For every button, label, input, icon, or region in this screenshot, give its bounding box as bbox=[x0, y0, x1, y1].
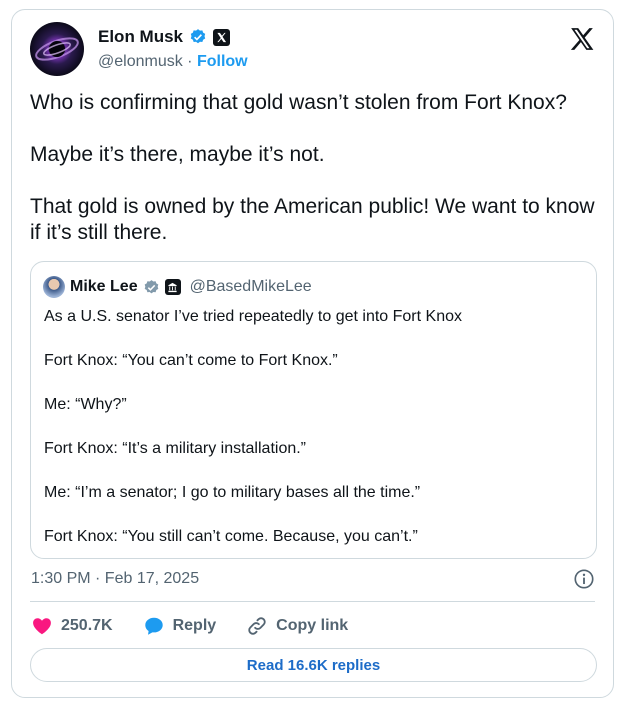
author-avatar[interactable] bbox=[30, 22, 84, 76]
info-icon[interactable] bbox=[573, 568, 595, 590]
tweet-card: Elon Musk @elonmusk · Follow Who is conf… bbox=[11, 9, 614, 698]
author-name[interactable]: Elon Musk bbox=[98, 27, 183, 47]
quoted-line: Fort Knox: “You can’t come to Fort Knox.… bbox=[44, 352, 338, 369]
divider bbox=[30, 601, 595, 602]
grey-verified-badge-icon bbox=[144, 279, 158, 293]
follow-button[interactable]: Follow bbox=[197, 53, 248, 70]
quoted-author-name: Mike Lee bbox=[70, 278, 138, 295]
link-icon bbox=[248, 617, 266, 635]
quoted-line: As a U.S. senator I’ve tried repeatedly … bbox=[44, 308, 462, 325]
quoted-line: Me: “I’m a senator; I go to military bas… bbox=[44, 484, 421, 501]
x-logo-icon[interactable] bbox=[569, 26, 595, 52]
author-handle-row: @elonmusk · Follow bbox=[98, 53, 248, 71]
author-name-row: Elon Musk bbox=[98, 27, 231, 47]
tweet-paragraph: Maybe it’s there, maybe it’s not. bbox=[30, 143, 325, 166]
copy-link-button[interactable]: Copy link bbox=[246, 615, 348, 637]
like-count: 250.7K bbox=[61, 617, 113, 634]
handle-separator: · bbox=[187, 53, 193, 70]
action-bar: 250.7K Reply Copy link bbox=[31, 613, 378, 639]
reply-label: Reply bbox=[172, 617, 217, 634]
reply-bubble-icon bbox=[144, 617, 163, 635]
quoted-tweet[interactable]: Mike Lee @BasedMikeLee As a U.S. senator… bbox=[30, 261, 597, 559]
quoted-tweet-header: Mike Lee @BasedMikeLee bbox=[43, 276, 312, 298]
reply-button[interactable]: Reply bbox=[143, 615, 217, 637]
heart-icon bbox=[33, 618, 51, 635]
quoted-line: Me: “Why?” bbox=[44, 396, 127, 413]
government-badge-icon bbox=[164, 279, 181, 295]
quoted-author-handle: @BasedMikeLee bbox=[189, 278, 312, 295]
tweet-text: Who is confirming that gold wasn’t stole… bbox=[30, 90, 600, 272]
quoted-line: Fort Knox: “You still can’t come. Becaus… bbox=[44, 528, 418, 545]
quoted-tweet-text: As a U.S. senator I’ve tried repeatedly … bbox=[44, 306, 584, 570]
tweet-timestamp[interactable]: 1:30 PM · Feb 17, 2025 bbox=[31, 570, 199, 588]
tweet-paragraph: Who is confirming that gold wasn’t stole… bbox=[30, 91, 567, 114]
quoted-line: Fort Knox: “It’s a military installation… bbox=[44, 440, 307, 457]
tweet-paragraph: That gold is owned by the American publi… bbox=[30, 195, 595, 244]
quoted-author-avatar bbox=[43, 276, 65, 298]
x-affiliate-badge-icon bbox=[213, 28, 231, 46]
author-handle[interactable]: @elonmusk bbox=[98, 53, 183, 70]
copy-link-label: Copy link bbox=[276, 617, 349, 634]
like-button[interactable]: 250.7K bbox=[31, 615, 113, 637]
verified-badge-icon bbox=[190, 29, 206, 44]
read-replies-button[interactable]: Read 16.6K replies bbox=[30, 648, 597, 682]
